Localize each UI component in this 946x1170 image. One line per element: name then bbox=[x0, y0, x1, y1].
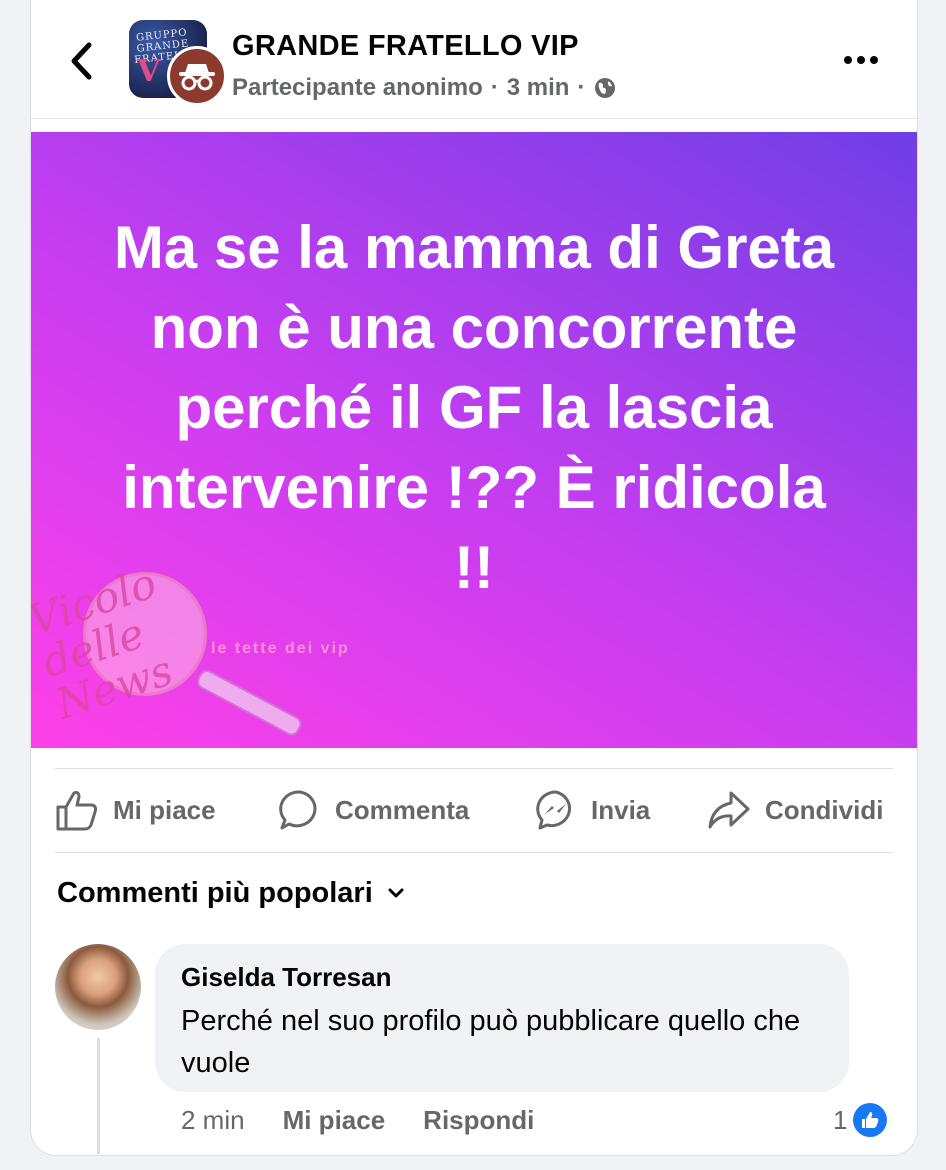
commenter-avatar[interactable] bbox=[55, 944, 141, 1030]
comment-label: Commenta bbox=[335, 794, 470, 825]
anonymous-avatar bbox=[167, 46, 227, 106]
comment-icon bbox=[279, 790, 317, 830]
post-author: Partecipante anonimo bbox=[232, 74, 483, 101]
group-avatar-letter: V bbox=[137, 54, 161, 89]
thumbs-up-icon bbox=[56, 791, 98, 831]
action-bar: Mi piace Commenta Invia Condividi bbox=[55, 770, 893, 850]
globe-icon bbox=[595, 78, 616, 98]
reaction-count: 1 bbox=[833, 1104, 848, 1135]
comments-filter-dropdown[interactable]: Commenti più popolari bbox=[57, 872, 405, 914]
comment-author[interactable]: Giselda Torresan bbox=[181, 962, 392, 993]
post-time[interactable]: 3 min bbox=[507, 74, 570, 102]
comment-like-button[interactable]: Mi piace bbox=[283, 1105, 386, 1136]
group-name[interactable]: GRANDE FRATELLO VIP bbox=[232, 30, 579, 63]
post-content[interactable]: Ma se la mamma di Greta non è una concor… bbox=[31, 132, 917, 748]
like-label: Mi piace bbox=[113, 794, 216, 825]
post-meta: Partecipante anonimo · 3 min · bbox=[232, 74, 617, 102]
comment-meta: 2 min Mi piace Rispondi bbox=[181, 1100, 534, 1140]
share-label: Condividi bbox=[765, 794, 884, 825]
meta-separator: · bbox=[577, 74, 586, 101]
post-card: GRUPPO GRANDE FRATELLO V GRANDE FRATELLO… bbox=[30, 0, 918, 1156]
send-label: Invia bbox=[591, 794, 651, 825]
watermark-tag: le tette dei vip bbox=[211, 640, 350, 657]
back-button[interactable] bbox=[63, 38, 99, 84]
comment-reactions[interactable]: 1 bbox=[833, 1102, 888, 1138]
divider bbox=[55, 768, 893, 769]
comment-reply-button[interactable]: Rispondi bbox=[423, 1105, 534, 1136]
watermark-magnifier-handle bbox=[194, 667, 305, 739]
incognito-icon bbox=[179, 64, 215, 91]
meta-separator: · bbox=[490, 74, 499, 101]
share-arrow-icon bbox=[708, 791, 750, 829]
more-options-button[interactable] bbox=[837, 42, 885, 78]
comment-time[interactable]: 2 min bbox=[181, 1105, 245, 1136]
comment-bubble[interactable]: Giselda Torresan Perché nel suo profilo … bbox=[155, 944, 849, 1092]
post-text: Ma se la mamma di Greta non è una concor… bbox=[113, 214, 835, 601]
thread-line bbox=[97, 1038, 100, 1154]
comments-filter-label: Commenti più popolari bbox=[57, 876, 373, 909]
send-button[interactable]: Invia bbox=[535, 786, 650, 834]
chevron-down-icon bbox=[388, 888, 404, 898]
share-button[interactable]: Condividi bbox=[707, 786, 883, 834]
divider bbox=[55, 852, 893, 853]
chevron-left-icon bbox=[71, 42, 92, 80]
like-reaction-icon bbox=[853, 1103, 888, 1137]
more-dots-icon bbox=[844, 56, 878, 64]
comment-text: Perché nel suo profilo può pubblicare qu… bbox=[181, 1005, 801, 1079]
post-header: GRUPPO GRANDE FRATELLO V GRANDE FRATELLO… bbox=[31, 0, 917, 119]
messenger-icon bbox=[536, 790, 572, 830]
comment-button[interactable]: Commenta bbox=[279, 786, 469, 834]
like-button[interactable]: Mi piace bbox=[55, 786, 216, 834]
